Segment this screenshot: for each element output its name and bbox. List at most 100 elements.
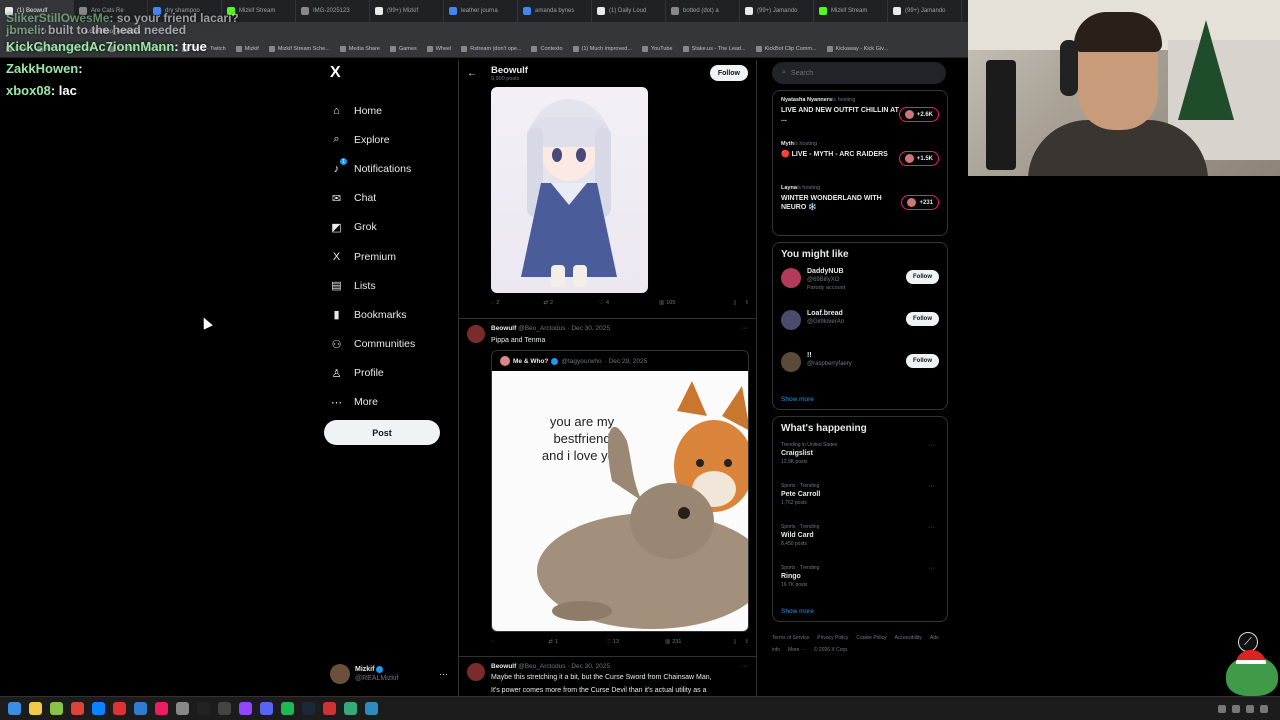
bookmark-item[interactable]: KickBot Clip Comm... xyxy=(755,46,817,52)
sidebar-item-explore[interactable]: ⌕ Explore xyxy=(322,125,452,154)
footer-link[interactable]: Cookie Policy xyxy=(856,635,886,641)
more-icon[interactable]: ··· xyxy=(928,524,935,531)
tweet-author-name[interactable]: Beowulf xyxy=(491,663,516,670)
tweet[interactable]: Beowulf @Beo_Arctodus · Dec 30, 2025 ···… xyxy=(459,656,756,696)
repost-button[interactable]: ⇄ 1 xyxy=(548,639,558,645)
more-icon[interactable]: ··· xyxy=(928,483,935,490)
app-icon[interactable] xyxy=(155,702,168,715)
discord-icon[interactable] xyxy=(260,702,273,715)
views-button[interactable]: ▥ 231 xyxy=(665,639,681,645)
app-icon[interactable] xyxy=(197,702,210,715)
footer-link[interactable]: © 2026 X Corp. xyxy=(814,647,849,653)
browser-tab[interactable]: (99+) Mizkif xyxy=(370,0,444,22)
show-more-link[interactable]: Show more xyxy=(781,606,939,615)
live-stream-item[interactable]: Nyatasha Nyannersis hosting LIVE AND NEW … xyxy=(781,97,939,141)
share-icon[interactable]: ⇪ xyxy=(744,300,749,306)
back-arrow-icon[interactable]: ← xyxy=(467,68,477,79)
bookmark-item[interactable]: YouTube xyxy=(641,46,673,52)
trend-item[interactable]: Sports · Trending Pete Carroll 1,762 posts… xyxy=(781,483,939,524)
tweet-author-name[interactable]: Beowulf xyxy=(491,325,516,332)
app-icon[interactable] xyxy=(176,702,189,715)
sidebar-item-home[interactable]: ⌂ Home xyxy=(322,96,452,125)
account-switcher[interactable]: Mizkif @REALMizkif ··· xyxy=(330,662,448,686)
search-input[interactable]: ⌕ Search xyxy=(772,62,946,84)
avatar[interactable] xyxy=(781,310,801,330)
trend-item[interactable]: Trending in United States Craigslist 12.9K… xyxy=(781,442,939,483)
bookmark-item[interactable]: Stake.us - The Lead... xyxy=(682,46,746,52)
sidebar-item-profile[interactable]: ♙ Profile xyxy=(322,359,452,388)
browser-tab[interactable]: (1) Daily Loud xyxy=(592,0,666,22)
chrome-icon[interactable] xyxy=(71,702,84,715)
browser-tab[interactable]: (99+) Jamando xyxy=(740,0,814,22)
avatar[interactable] xyxy=(467,325,485,343)
quoted-tweet[interactable]: Me & Who? @tagyourwho · Dec 29, 2025 you… xyxy=(491,350,749,632)
show-more-link[interactable]: Show more xyxy=(781,394,939,403)
sidebar-item-premium[interactable]: X Premium xyxy=(322,242,452,271)
bookmark-item[interactable]: Rstream (don't ope... xyxy=(461,46,521,52)
bookmark-item[interactable]: Wheel xyxy=(426,46,451,52)
bookmark-item[interactable]: Kickaway - Kick Giv... xyxy=(826,46,888,52)
windows-icon[interactable] xyxy=(8,702,21,715)
follow-button[interactable]: Follow xyxy=(709,65,748,81)
trend-item[interactable]: Sports · Trending Ringo 16.7K posts ··· xyxy=(781,565,939,606)
sidebar-item-communities[interactable]: ⚇ Communities xyxy=(322,330,452,359)
follow-button[interactable]: Follow xyxy=(906,312,939,326)
more-icon[interactable]: ··· xyxy=(928,442,935,449)
like-button[interactable]: ♡ 13 xyxy=(606,639,619,645)
sidebar-item-notifications[interactable]: ♪ 1 Notifications xyxy=(322,154,452,183)
follow-suggestion[interactable]: !! @raspberryfaery Follow xyxy=(781,352,939,394)
sidebar-item-grok[interactable]: ◩ Grok xyxy=(322,213,452,242)
post-image-anime-girl[interactable] xyxy=(491,87,648,293)
app-icon[interactable] xyxy=(239,702,252,715)
reply-button[interactable]: ◌ xyxy=(491,639,496,645)
app-icon[interactable] xyxy=(113,702,126,715)
volume-icon[interactable] xyxy=(1232,704,1240,713)
browser-tab[interactable]: amanda bynes xyxy=(518,0,592,22)
browser-tab[interactable]: leather journa xyxy=(444,0,518,22)
follow-suggestion[interactable]: Loaf.bread @GirllloverAn Follow xyxy=(781,310,939,352)
app-icon[interactable] xyxy=(344,702,357,715)
more-icon[interactable]: ··· xyxy=(741,663,748,670)
avatar[interactable] xyxy=(467,663,485,681)
bookmark-button[interactable]: ▯ xyxy=(733,639,736,645)
app-icon[interactable] xyxy=(218,702,231,715)
footer-link[interactable]: Terms of Service xyxy=(772,635,809,641)
avatar[interactable] xyxy=(781,268,801,288)
repost-button[interactable]: ⇄ 2 xyxy=(543,300,553,306)
sidebar-item-chat[interactable]: ✉ Chat xyxy=(322,184,452,213)
bookmark-item[interactable]: (1) Much improved... xyxy=(572,46,632,52)
bookmark-item[interactable]: Contexto xyxy=(531,46,563,52)
live-viewer-count[interactable]: +2.6K xyxy=(898,107,939,122)
tweet-date[interactable]: · Dec 30, 2025 xyxy=(567,663,610,670)
app-icon[interactable] xyxy=(365,702,378,715)
live-viewer-count[interactable]: +1.5K xyxy=(898,151,939,166)
browser-tab[interactable]: botted (dot) a xyxy=(666,0,740,22)
app-icon[interactable] xyxy=(281,702,294,715)
live-viewer-count[interactable]: +231 xyxy=(901,195,939,210)
app-icon[interactable] xyxy=(134,702,147,715)
post-image-bunny-fox[interactable]: you are my bestfriend and i love you xyxy=(492,371,748,631)
follow-button[interactable]: Follow xyxy=(906,354,939,368)
footer-link[interactable]: Accessibility xyxy=(895,635,922,641)
sidebar-item-more[interactable]: ⋯ More xyxy=(322,388,452,417)
sidebar-item-lists[interactable]: ▤ Lists xyxy=(322,271,452,300)
post-button[interactable]: Post xyxy=(324,420,440,445)
bookmark-item[interactable]: Games xyxy=(389,46,417,52)
x-logo-icon[interactable]: X xyxy=(330,64,452,82)
browser-tab[interactable]: (99+) Jamando xyxy=(888,0,962,22)
live-stream-item[interactable]: Mythis hosting 🔴 LIVE - MYTH - ARC RAIDER… xyxy=(781,141,939,185)
follow-button[interactable]: Follow xyxy=(906,270,939,284)
more-icon[interactable]: ··· xyxy=(741,325,748,332)
explorer-icon[interactable] xyxy=(29,702,42,715)
tweet-date[interactable]: · Dec 30, 2025 xyxy=(567,325,610,332)
battery-icon[interactable] xyxy=(1246,704,1254,713)
sidebar-item-bookmarks[interactable]: ▮ Bookmarks xyxy=(322,300,452,329)
app-icon[interactable] xyxy=(323,702,336,715)
tweet[interactable]: Beowulf @Beo_Arctodus · Dec 30, 2025 ···… xyxy=(459,318,756,658)
more-icon[interactable]: ··· xyxy=(439,669,448,679)
views-button[interactable]: ▥ 105 xyxy=(659,300,675,306)
notification-icon[interactable] xyxy=(1260,704,1268,713)
avatar[interactable] xyxy=(781,352,801,372)
bookmark-item[interactable]: Media Share xyxy=(339,46,380,52)
more-icon[interactable]: ··· xyxy=(928,565,935,572)
